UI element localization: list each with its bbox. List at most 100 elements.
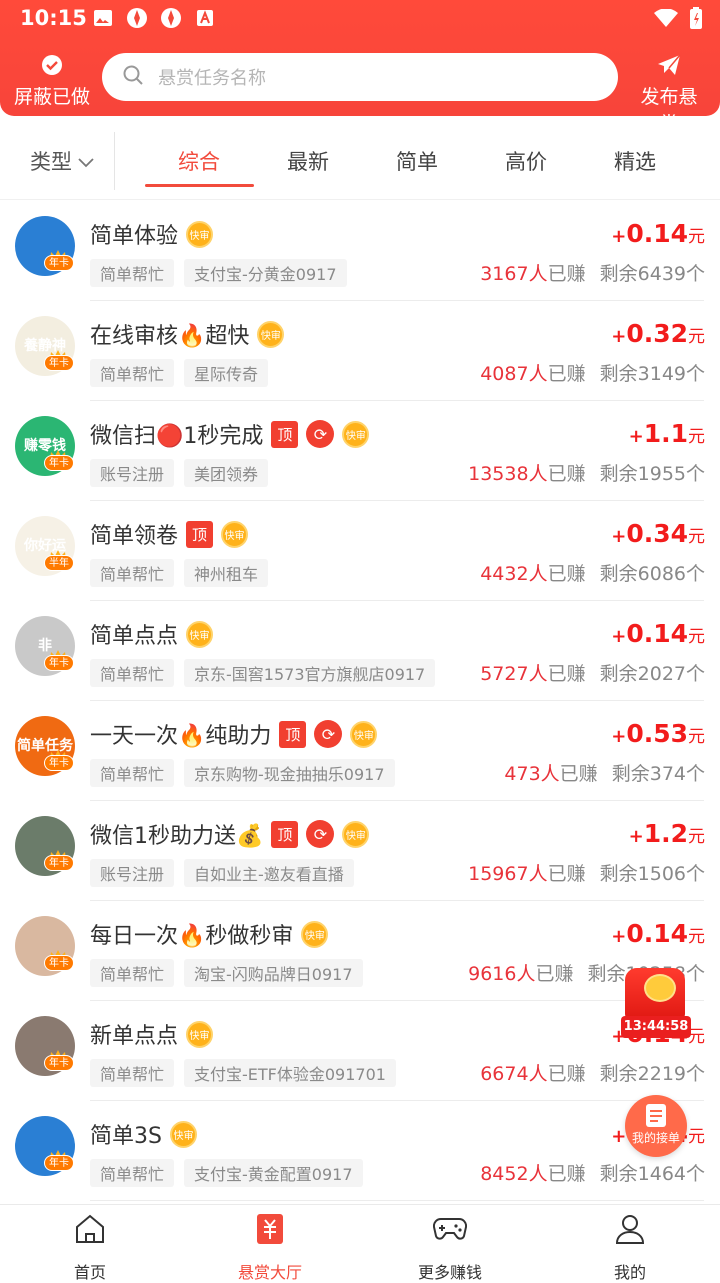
gamepad-icon — [432, 1215, 468, 1247]
task-tag: 美团领券 — [184, 459, 269, 487]
task-tags: 简单帮忙 支付宝-分黄金0917 — [90, 259, 347, 287]
task-tag: 简单帮忙 — [90, 1059, 175, 1087]
membership-badge: 年卡 — [44, 655, 74, 671]
divider — [114, 132, 115, 190]
earned-count: 3167人 — [480, 263, 548, 285]
divider — [90, 1200, 704, 1201]
task-title: 一天一次🔥纯助力 — [90, 724, 272, 749]
task-item[interactable]: 非 年卡 简单点点 快审 简单帮忙 京东-国窖1573官方旗舰店0917 +0.1… — [0, 601, 720, 701]
task-title-row: 微信1秒助力送💰 顶 ⟳ 快审 — [90, 818, 370, 850]
task-title-row: 在线审核🔥超快 快审 — [90, 318, 285, 350]
reward-amount: 0.14 — [626, 919, 688, 948]
type-filter-label: 类型 — [30, 150, 72, 174]
my-orders-button[interactable]: 我的接单 — [625, 1095, 687, 1157]
remaining-count: 剩余1506个 — [599, 863, 705, 885]
task-item[interactable]: 年卡 每日一次🔥秒做秒审 快审 简单帮忙 淘宝-闪购品牌日0917 +0.14元 … — [0, 901, 720, 1001]
fast-review-badge: 快审 — [221, 520, 249, 548]
task-stats: 8452人已赚 剩余1464个 — [480, 1163, 705, 1185]
reward-amount: 0.14 — [626, 219, 688, 248]
pinned-top-badge: 顶 — [279, 720, 307, 748]
crown-icon — [50, 445, 66, 460]
nav-reward-hall[interactable]: 悬赏大厅 — [180, 1213, 360, 1283]
red-packet-icon — [625, 968, 685, 1020]
refresh-icon: ⟳ — [306, 420, 335, 448]
task-item[interactable]: 年卡 新单点点 快审 简单帮忙支付宝-ETF体验金091701 +0.14元 6… — [0, 1001, 720, 1101]
red-packet-countdown-button[interactable]: 13:44:58 — [621, 968, 691, 1040]
task-item[interactable]: 简单任务 年卡 一天一次🔥纯助力 顶 ⟳ 快审 简单帮忙 京东购物-现金抽抽乐091… — [0, 701, 720, 801]
crown-icon — [50, 945, 66, 960]
nav-mine[interactable]: 我的 — [540, 1213, 720, 1283]
task-item[interactable]: 赚零钱 年卡 微信扫🔴1秒完成 顶 ⟳ 快审 账号注册 美团领券 +1.1元 135… — [0, 401, 720, 501]
task-title: 新单点点 — [90, 1024, 179, 1049]
filter-tabs: 类型 综合 最新 简单 高价 精选 — [0, 124, 720, 200]
task-tags: 简单帮忙 支付宝-黄金配置0917 — [90, 1159, 363, 1187]
tab-high-price[interactable]: 高价 — [471, 146, 581, 176]
nav-mine-label: 我的 — [613, 1263, 646, 1282]
task-tag: 支付宝-分黄金0917 — [184, 259, 347, 287]
crown-icon — [50, 645, 66, 660]
task-tag: 京东-国窖1573官方旗舰店0917 — [184, 659, 436, 687]
fast-review-badge: 快审 — [186, 1020, 214, 1048]
type-filter-dropdown[interactable]: 类型 — [30, 146, 94, 176]
task-tag: 淘宝-闪购品牌日0917 — [184, 959, 363, 987]
crown-icon — [50, 745, 66, 760]
fast-review-badge: 快审 — [169, 1120, 197, 1148]
earned-count: 4087人 — [480, 363, 548, 385]
nav-reward-hall-label: 悬赏大厅 — [237, 1263, 302, 1282]
task-item[interactable]: 年卡 微信1秒助力送💰 顶 ⟳ 快审 账号注册 自如业主-邀友看直播 +1.2元 1… — [0, 801, 720, 901]
tab-latest[interactable]: 最新 — [253, 146, 363, 176]
task-tag: 简单帮忙 — [90, 1159, 175, 1187]
task-tag: 自如业主-邀友看直播 — [184, 859, 354, 887]
refresh-icon: ⟳ — [306, 820, 335, 848]
task-title: 微信扫🔴1秒完成 — [90, 424, 264, 449]
task-tag: 京东购物-现金抽抽乐0917 — [184, 759, 395, 787]
check-circle-icon — [41, 55, 63, 80]
app-a-icon — [194, 8, 216, 28]
task-title-row: 每日一次🔥秒做秒审 快审 — [90, 918, 329, 950]
earned-count: 5727人 — [480, 663, 548, 685]
task-reward: +0.14元 — [611, 219, 705, 248]
membership-badge: 半年 — [44, 555, 74, 571]
task-item[interactable]: 年卡 简单体验 快审 简单帮忙 支付宝-分黄金0917 +0.14元 3167人已… — [0, 201, 720, 301]
task-title-row: 新单点点 快审 — [90, 1018, 214, 1050]
battery-icon — [690, 7, 702, 33]
yuan-tag-icon — [256, 1213, 284, 1249]
search-input[interactable]: 悬赏任务名称 — [102, 53, 618, 101]
remaining-count: 剩余6086个 — [599, 563, 705, 585]
nav-home[interactable]: 首页 — [0, 1213, 180, 1283]
task-tag: 简单帮忙 — [90, 259, 175, 287]
task-tag: 账号注册 — [90, 459, 175, 487]
task-tag: 简单帮忙 — [90, 959, 175, 987]
task-stats: 473人已赚 剩余374个 — [504, 763, 705, 785]
task-title-row: 简单体验 快审 — [90, 218, 214, 250]
tab-featured[interactable]: 精选 — [580, 146, 690, 176]
tab-comprehensive[interactable]: 综合 — [144, 146, 254, 176]
earned-count: 8452人 — [480, 1163, 548, 1185]
header: 10:15 屏蔽已做 悬赏任务名称 发布悬 — [0, 0, 720, 135]
nav-more-earn[interactable]: 更多赚钱 — [360, 1213, 540, 1283]
task-stats: 15967人已赚 剩余1506个 — [468, 863, 705, 885]
app-notification-icon — [126, 8, 148, 28]
block-done-button[interactable]: 屏蔽已做 — [14, 54, 90, 109]
reward-amount: 1.2 — [643, 819, 688, 848]
fast-review-badge: 快审 — [342, 420, 370, 448]
task-title: 在线审核🔥超快 — [90, 324, 250, 349]
chevron-down-icon — [78, 149, 94, 173]
fast-review-badge: 快审 — [342, 820, 370, 848]
membership-badge: 年卡 — [44, 755, 74, 771]
task-tags: 账号注册 美团领券 — [90, 459, 269, 487]
crown-icon — [50, 1045, 66, 1060]
tab-simple[interactable]: 简单 — [362, 146, 472, 176]
task-item[interactable]: 年卡 简单3S 快审 简单帮忙支付宝-黄金配置0917 +0.14元 8452人… — [0, 1101, 720, 1201]
fast-review-badge: 快审 — [186, 220, 214, 248]
task-item[interactable]: 養静神 年卡 在线审核🔥超快 快审 简单帮忙 星际传奇 +0.32元 4087人已… — [0, 301, 720, 401]
membership-badge: 年卡 — [44, 955, 74, 971]
task-title: 简单领卷 — [90, 524, 179, 549]
task-tag: 支付宝-黄金配置0917 — [184, 1159, 363, 1187]
task-reward: +1.2元 — [628, 819, 705, 848]
task-title: 简单3S — [90, 1124, 162, 1149]
user-icon — [614, 1213, 646, 1249]
task-item[interactable]: 你好运 半年 简单领卷 顶 快审 简单帮忙 神州租车 +0.34元 4432人已赚… — [0, 501, 720, 601]
task-title-row: 简单领卷 顶 快审 — [90, 518, 249, 550]
task-tag: 神州租车 — [184, 559, 269, 587]
